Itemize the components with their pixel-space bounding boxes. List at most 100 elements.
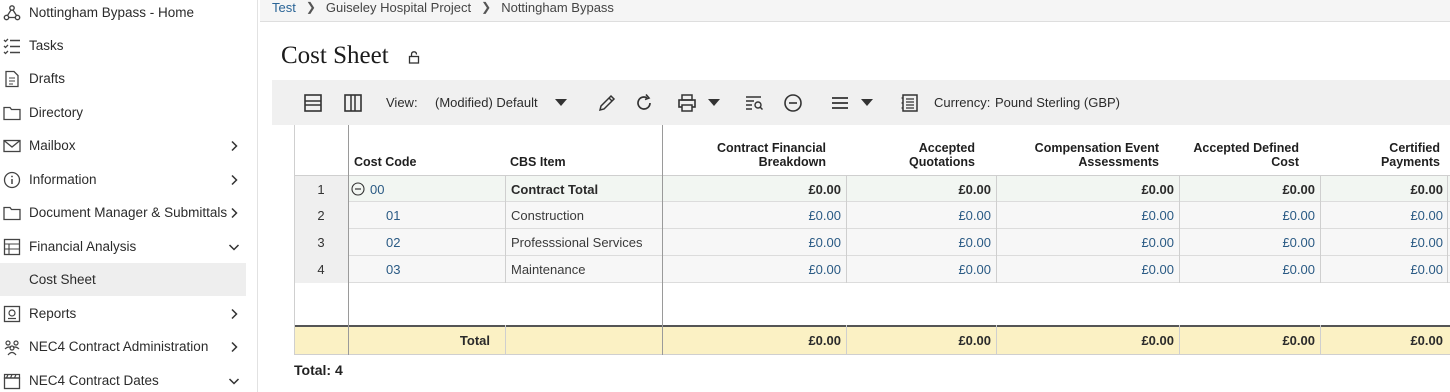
collapse-minus-icon[interactable] [782,92,804,114]
grid-line [1179,325,1180,355]
sidebar-item-nec4-contract-administration[interactable]: NEC4 Contract Administration [0,330,246,363]
summary-label: Total [459,333,490,348]
value-certified-payments[interactable]: £0.00 [1321,256,1443,283]
header-contract-financial-breakdown[interactable]: Contract Financial Breakdown [664,141,826,169]
people-group-icon [3,338,21,356]
lock-icon[interactable] [407,50,421,64]
header-line: Cost [1271,155,1299,169]
value-accepted-defined-cost[interactable]: £0.00 [1180,256,1315,283]
table-row[interactable]: 4 03 Maintenance £0.00 £0.00 £0.00 £0.00… [294,256,1450,283]
sidebar-item-tasks[interactable]: Tasks [0,29,246,62]
table-row[interactable]: 3 02 Professsional Services £0.00 £0.00 … [294,229,1450,256]
sidebar-item-label: Mailbox [29,138,76,153]
row-number: 2 [294,202,348,229]
rows-layout-icon[interactable] [302,92,324,114]
currency-ledger-icon[interactable] [899,92,921,114]
value-accepted-defined-cost[interactable]: £0.00 [1180,229,1315,256]
value-accepted-defined-cost[interactable]: £0.00 [1180,202,1315,229]
value-compensation-event-assessments[interactable]: £0.00 [997,202,1174,229]
chevron-right-icon [228,140,240,152]
value-compensation-event-assessments[interactable]: £0.00 [997,229,1174,256]
value-accepted-quotations[interactable]: £0.00 [847,202,991,229]
value-accepted-quotations[interactable]: £0.00 [847,229,991,256]
grid-line [505,325,506,355]
cost-code-link[interactable]: 01 [386,202,400,229]
cost-code-link[interactable]: 03 [386,256,400,283]
reports-icon [3,305,21,323]
value-certified-payments[interactable]: £0.00 [1321,202,1443,229]
header-line: Payments [1380,155,1440,169]
chevron-right-icon [228,207,240,219]
sidebar-item-information[interactable]: Information [0,163,246,196]
sidebar-item-reports[interactable]: Reports [0,297,246,330]
grid-line [846,325,847,355]
header-line: Accepted Defined [1193,141,1299,155]
currency-value: Pound Sterling (GBP) [995,95,1121,110]
breadcrumb-link-project[interactable]: Guiseley Hospital Project [326,0,471,15]
caret-down-icon[interactable] [861,99,873,106]
value-contract-financial-breakdown: £0.00 [808,182,841,197]
table-row[interactable]: 2 01 Construction £0.00 £0.00 £0.00 £0.0… [294,202,1450,229]
row-number: 4 [294,256,348,283]
sidebar-item-mailbox[interactable]: Mailbox [0,129,246,162]
header-accepted-quotations[interactable]: Accepted Quotations [847,141,975,169]
header-cbs-item[interactable]: CBS Item [510,155,566,169]
breadcrumb-link-test[interactable]: Test [272,0,296,15]
sidebar-item-label: NEC4 Contract Dates [29,373,159,388]
header-line: Contract Financial [716,141,826,155]
chevron-right-icon [228,174,240,186]
sidebar-item-financial-analysis[interactable]: Financial Analysis [0,230,246,263]
grid-line [996,175,997,283]
cost-code-link[interactable]: 02 [386,229,400,256]
find-in-list-icon[interactable] [743,92,765,114]
collapse-minus-icon[interactable] [351,176,365,203]
grid-line [294,125,295,355]
value-compensation-event-assessments[interactable]: £0.00 [997,256,1174,283]
sidebar-item-document-manager[interactable]: Document Manager & Submittals [0,196,246,229]
caret-down-icon[interactable] [555,99,567,106]
menu-lines-icon[interactable] [829,92,851,114]
header-cost-code[interactable]: Cost Code [354,155,417,169]
table-row[interactable]: 1 00 Contract Total £0.00 £0.00 £0.00 £0… [294,175,1450,203]
cost-code-link[interactable]: 00 [370,176,384,203]
sidebar-nav: Nottingham Bypass - Home Tasks Drafts Di… [0,0,258,392]
view-select[interactable]: (Modified) Default [435,95,538,110]
header-certified-payments[interactable]: Certified Payments [1321,141,1440,169]
value-contract-financial-breakdown[interactable]: £0.00 [664,202,841,229]
sidebar-item-label: Tasks [29,38,64,53]
summary-compensation-event-assessments: £0.00 [1141,333,1174,348]
value-compensation-event-assessments: £0.00 [1141,182,1174,197]
project-network-icon [3,4,21,22]
chevron-right-icon: ❯ [305,0,316,14]
chevron-right-icon [228,308,240,320]
sidebar-item-drafts[interactable]: Drafts [0,62,246,95]
pencil-edit-icon[interactable] [596,92,618,114]
currency-label: Currency: [934,95,991,110]
sidebar-item-cost-sheet[interactable]: Cost Sheet [0,263,246,296]
chevron-right-icon: ❯ [481,0,492,14]
summary-row: Total £0.00 £0.00 £0.00 £0.00 £0.00 [294,325,1450,355]
caret-down-icon[interactable] [708,99,720,106]
refresh-icon[interactable] [633,92,655,114]
sidebar-item-label: Nottingham Bypass - Home [29,5,195,20]
print-icon[interactable] [676,92,698,114]
grid-line [348,125,349,355]
sidebar-item-home[interactable]: Nottingham Bypass - Home [0,0,246,29]
value-contract-financial-breakdown[interactable]: £0.00 [664,229,841,256]
sidebar-item-directory[interactable]: Directory [0,96,246,129]
summary-contract-financial-breakdown: £0.00 [808,333,841,348]
value-accepted-quotations: £0.00 [958,182,991,197]
cbs-item: Construction [511,208,584,223]
grid-line [1179,175,1180,283]
sidebar-item-nec4-contract-dates[interactable]: NEC4 Contract Dates [0,364,246,392]
columns-layout-icon[interactable] [342,92,364,114]
value-accepted-defined-cost: £0.00 [1282,182,1315,197]
grid-line [505,175,506,283]
value-accepted-quotations[interactable]: £0.00 [847,256,991,283]
grid-line [846,175,847,283]
header-accepted-defined-cost[interactable]: Accepted Defined Cost [1180,141,1299,169]
sidebar-item-label: Reports [29,306,77,321]
header-compensation-event-assessments[interactable]: Compensation Event Assessments [997,141,1159,169]
value-contract-financial-breakdown[interactable]: £0.00 [664,256,841,283]
value-certified-payments[interactable]: £0.00 [1321,229,1443,256]
